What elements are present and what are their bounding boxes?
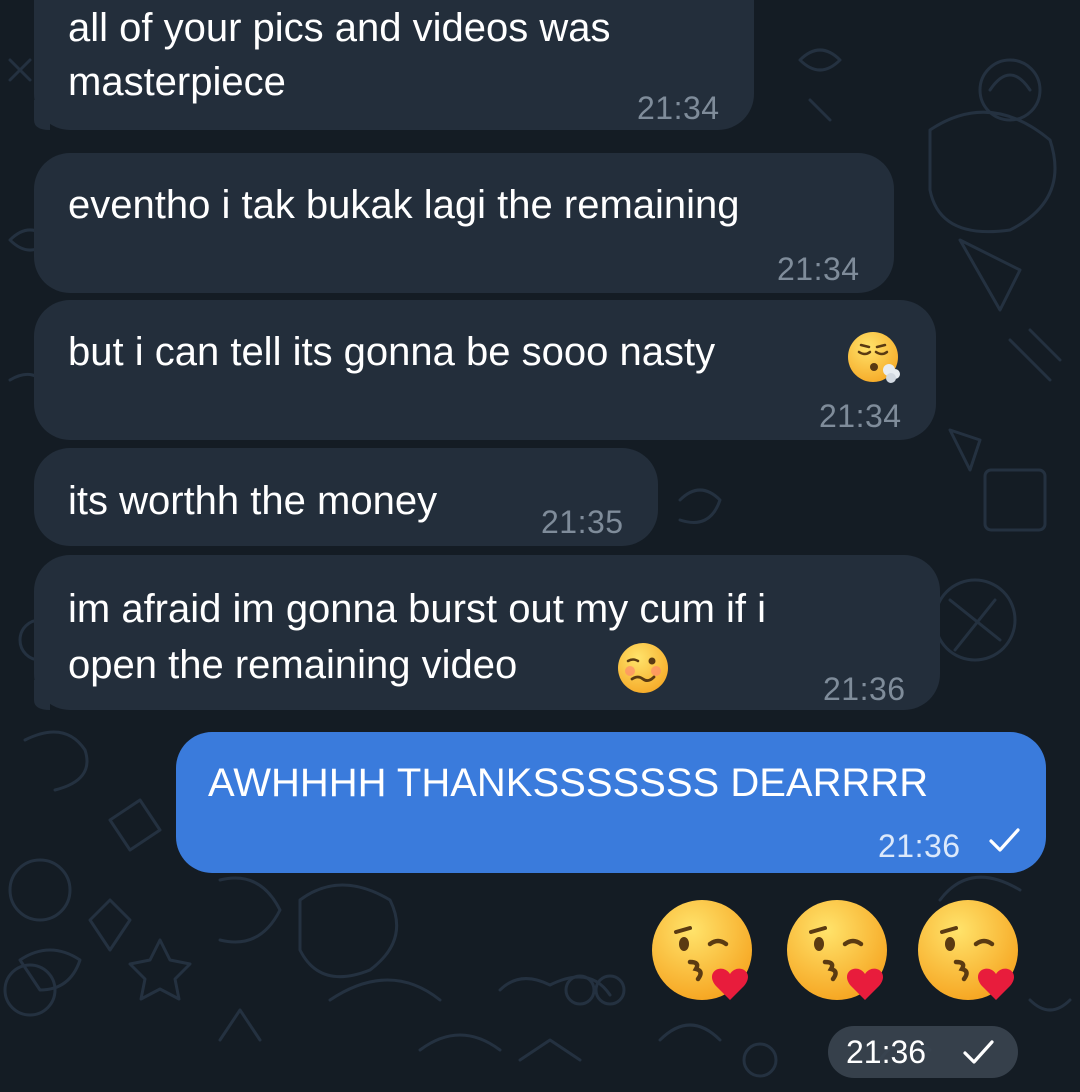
message-time: 21:34 <box>819 398 902 434</box>
face-blowing-kiss-emoji <box>918 900 1018 1000</box>
message-text-line: all of your pics and videos was <box>68 6 611 50</box>
exhaling-face-emoji <box>848 332 900 383</box>
message-text-line: AWHHHH THANKSSSSSSS DEARRRR <box>208 761 929 805</box>
face-blowing-kiss-emoji <box>787 900 887 1000</box>
single-check-icon <box>989 828 1020 852</box>
incoming-message[interactable]: im afraid im gonna burst out my cum if i… <box>34 555 940 710</box>
incoming-message[interactable]: all of your pics and videos was masterpi… <box>34 0 754 130</box>
outgoing-message[interactable]: AWHHHH THANKSSSSSSS DEARRRR 21:36 <box>176 732 1046 873</box>
message-time: 21:36 <box>823 671 906 707</box>
message-time-pill: 21:36 <box>828 1026 1018 1078</box>
incoming-message[interactable]: eventho i tak bukak lagi the remaining 2… <box>34 153 894 293</box>
message-text-line: eventho i tak bukak lagi the remaining <box>68 183 740 227</box>
message-list[interactable]: all of your pics and videos was masterpi… <box>0 0 1080 1092</box>
face-blowing-kiss-emoji <box>652 900 752 1000</box>
woozy-face-emoji <box>618 643 668 693</box>
message-text-line: im afraid im gonna burst out my cum if i <box>68 587 767 631</box>
bubble-tail <box>34 680 50 710</box>
message-text-line: open the remaining video <box>68 643 518 687</box>
message-text-line: its worthh the money <box>68 479 438 523</box>
message-text-line: but i can tell its gonna be sooo nasty <box>68 330 716 374</box>
bubble-tail <box>34 100 50 130</box>
message-time: 21:34 <box>637 90 720 126</box>
message-time: 21:36 <box>878 828 961 864</box>
message-time: 21:35 <box>541 504 624 540</box>
message-time: 21:36 <box>846 1034 927 1070</box>
message-text-line: masterpiece <box>68 60 286 104</box>
single-check-icon <box>963 1040 994 1064</box>
incoming-message[interactable]: its worthh the money 21:35 <box>34 448 658 546</box>
emoji-message[interactable]: 21:36 <box>640 890 1060 1090</box>
message-time: 21:34 <box>777 251 860 287</box>
incoming-message[interactable]: but i can tell its gonna be sooo nasty 2… <box>34 300 936 440</box>
